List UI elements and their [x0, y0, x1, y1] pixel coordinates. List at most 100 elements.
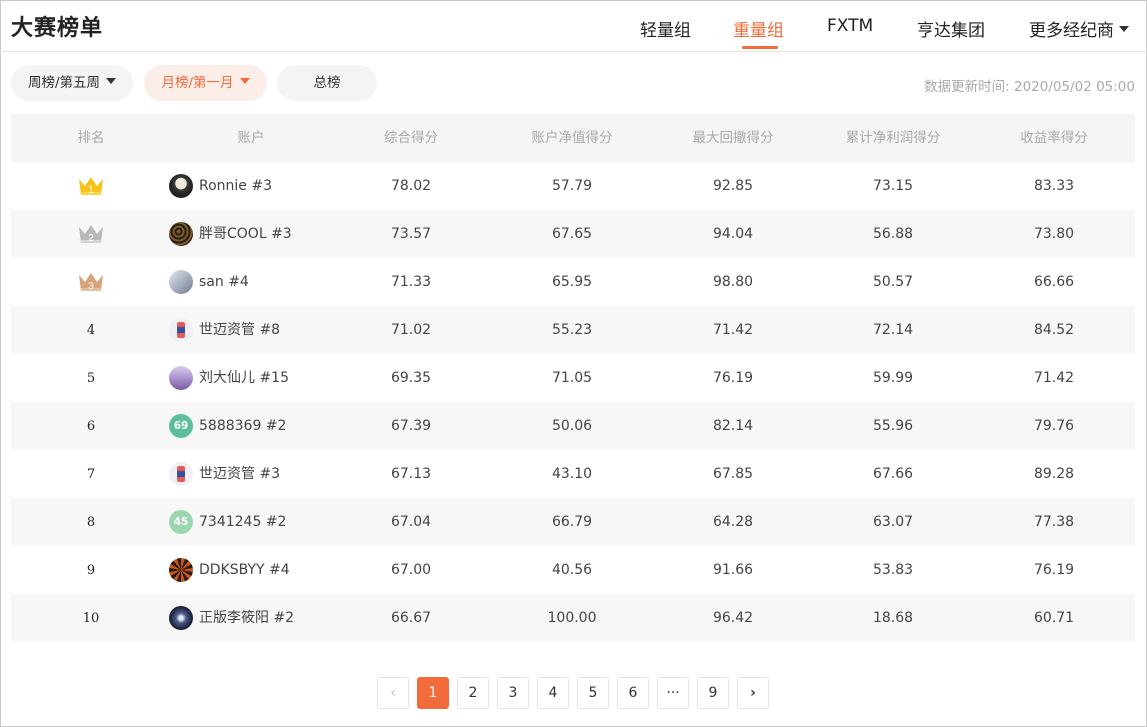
- crown-rank-number: 2: [88, 233, 94, 244]
- equity-score-cell: 50.06: [551, 418, 593, 434]
- rank-number: 9: [86, 563, 96, 578]
- avatar[interactable]: 69: [169, 414, 193, 438]
- return-score-cell: 83.33: [1033, 178, 1075, 194]
- page-button-4[interactable]: 4: [537, 677, 569, 709]
- col-rank[interactable]: 排名: [51, 114, 131, 162]
- drawdown-score-cell: 94.04: [712, 226, 754, 242]
- total-score-cell: 69.35: [390, 370, 432, 386]
- rank-number: 10: [82, 611, 100, 626]
- table-row[interactable]: 4 世迈资管 #8 71.02 55.23 71.42 72.14 84.52: [11, 306, 1135, 354]
- tab-more-brokers[interactable]: 更多经纪商: [1029, 16, 1129, 41]
- avatar[interactable]: [169, 462, 193, 486]
- tab-heavy[interactable]: 重量组: [733, 16, 784, 41]
- account-name[interactable]: 世迈资管 #3: [199, 450, 280, 498]
- return-score-cell: 84.52: [1033, 322, 1075, 338]
- rank-cell: 9: [51, 546, 131, 594]
- avatar[interactable]: [169, 366, 193, 390]
- tab-more-brokers-label: 更多经纪商: [1029, 21, 1114, 41]
- total-score-cell: 67.39: [390, 418, 432, 434]
- rank-number: 5: [86, 371, 96, 386]
- total-score-cell: 67.13: [390, 466, 432, 482]
- prev-page-button[interactable]: ‹: [377, 677, 409, 709]
- page-button-2[interactable]: 2: [457, 677, 489, 709]
- col-profit-score[interactable]: 累计净利润得分: [813, 114, 973, 162]
- account-name[interactable]: 胖哥COOL #3: [199, 210, 292, 258]
- tab-henda[interactable]: 亨达集团: [917, 16, 985, 41]
- avatar[interactable]: 45: [169, 510, 193, 534]
- table-row[interactable]: 1 Ronnie #3 78.02 57.79 92.85 73.15 83.33: [11, 162, 1135, 210]
- account-name[interactable]: 7341245 #2: [199, 498, 286, 546]
- account-name[interactable]: 世迈资管 #8: [199, 306, 280, 354]
- table-row[interactable]: 9 DDKSBYY #4 67.00 40.56 91.66 53.83 76.19: [11, 546, 1135, 594]
- table-row[interactable]: 8 45 7341245 #2 67.04 66.79 64.28 63.07 77.38: [11, 498, 1135, 546]
- next-page-button[interactable]: ›: [737, 677, 769, 709]
- rank-cell: 10: [51, 594, 131, 642]
- avatar[interactable]: [169, 558, 193, 582]
- crown-icon: 2: [79, 225, 103, 244]
- update-time: 数据更新时间: 2020/05/02 05:00: [924, 79, 1135, 95]
- drawdown-score-cell: 92.85: [712, 178, 754, 194]
- total-score-cell: 73.57: [390, 226, 432, 242]
- account-name[interactable]: Ronnie #3: [199, 162, 272, 210]
- page-button-5[interactable]: 5: [577, 677, 609, 709]
- crown-icon: 3: [79, 273, 103, 292]
- page-button-6[interactable]: 6: [617, 677, 649, 709]
- avatar[interactable]: [169, 606, 193, 630]
- monthly-dropdown[interactable]: 月榜/第一月: [144, 65, 267, 101]
- avatar-initials: 69: [173, 420, 189, 432]
- weekly-label: 周榜/第五周: [27, 75, 101, 91]
- avatar[interactable]: [169, 318, 193, 342]
- return-score-cell: 66.66: [1033, 274, 1075, 290]
- tab-light[interactable]: 轻量组: [640, 16, 691, 41]
- col-account[interactable]: 账户: [141, 114, 361, 162]
- group-tabs: 轻量组 重量组 FXTM 亨达集团 更多经纪商: [0, 0, 1147, 52]
- account-name[interactable]: san #4: [199, 258, 249, 306]
- page-ellipsis-button[interactable]: ···: [657, 677, 689, 709]
- page-button-3[interactable]: 3: [497, 677, 529, 709]
- profit-score-cell: 67.66: [872, 466, 914, 482]
- avatar[interactable]: [169, 174, 193, 198]
- col-return-score[interactable]: 收益率得分: [974, 114, 1134, 162]
- rank-cell: 4: [51, 306, 131, 354]
- profit-score-cell: 18.68: [872, 610, 914, 626]
- drawdown-score-cell: 71.42: [712, 322, 754, 338]
- table-row[interactable]: 6 69 5888369 #2 67.39 50.06 82.14 55.96 79.76: [11, 402, 1135, 450]
- table-row[interactable]: 10 正版李筱阳 #2 66.67 100.00 96.42 18.68 60.71: [11, 594, 1135, 642]
- table-row[interactable]: 3 san #4 71.33 65.95 98.80 50.57 66.66: [11, 258, 1135, 306]
- account-name[interactable]: DDKSBYY #4: [199, 546, 290, 594]
- table-header: 排名 账户 综合得分 账户净值得分 最大回撤得分 累计净利润得分 收益率得分: [11, 114, 1135, 162]
- header: 大赛榜单 轻量组 重量组 FXTM 亨达集团 更多经纪商: [0, 0, 1147, 52]
- rank-cell: 8: [51, 498, 131, 546]
- leaderboard-table: 排名 账户 综合得分 账户净值得分 最大回撤得分 累计净利润得分 收益率得分 1…: [11, 114, 1135, 642]
- figure-icon: [177, 322, 185, 338]
- avatar[interactable]: [169, 222, 193, 246]
- avatar[interactable]: [169, 270, 193, 294]
- return-score-cell: 89.28: [1033, 466, 1075, 482]
- active-tab-indicator: [742, 46, 778, 49]
- profit-score-cell: 53.83: [872, 562, 914, 578]
- profit-score-cell: 56.88: [872, 226, 914, 242]
- equity-score-cell: 100.00: [547, 610, 597, 626]
- chevron-down-icon: [1119, 26, 1129, 32]
- drawdown-score-cell: 91.66: [712, 562, 754, 578]
- page-button-9[interactable]: 9: [697, 677, 729, 709]
- tab-fxtm[interactable]: FXTM: [827, 16, 873, 36]
- account-name[interactable]: 5888369 #2: [199, 402, 286, 450]
- account-name[interactable]: 刘大仙儿 #15: [199, 354, 289, 402]
- table-body: 1 Ronnie #3 78.02 57.79 92.85 73.15 83.33 2 胖哥CO…: [11, 162, 1135, 642]
- avatar-initials: 45: [173, 516, 189, 528]
- profit-score-cell: 72.14: [872, 322, 914, 338]
- col-total-score[interactable]: 综合得分: [331, 114, 491, 162]
- page-button-1[interactable]: 1: [417, 677, 449, 709]
- drawdown-score-cell: 64.28: [712, 514, 754, 530]
- rank-cell: 6: [51, 402, 131, 450]
- rank-cell: 5: [51, 354, 131, 402]
- table-row[interactable]: 2 胖哥COOL #3 73.57 67.65 94.04 56.88 73.80: [11, 210, 1135, 258]
- table-row[interactable]: 7 世迈资管 #3 67.13 43.10 67.85 67.66 89.28: [11, 450, 1135, 498]
- account-name[interactable]: 正版李筱阳 #2: [199, 594, 294, 642]
- overall-button[interactable]: 总榜: [277, 65, 377, 101]
- table-row[interactable]: 5 刘大仙儿 #15 69.35 71.05 76.19 59.99 71.42: [11, 354, 1135, 402]
- weekly-dropdown[interactable]: 周榜/第五周: [11, 65, 133, 101]
- col-drawdown-score[interactable]: 最大回撤得分: [653, 114, 813, 162]
- col-equity-score[interactable]: 账户净值得分: [492, 114, 652, 162]
